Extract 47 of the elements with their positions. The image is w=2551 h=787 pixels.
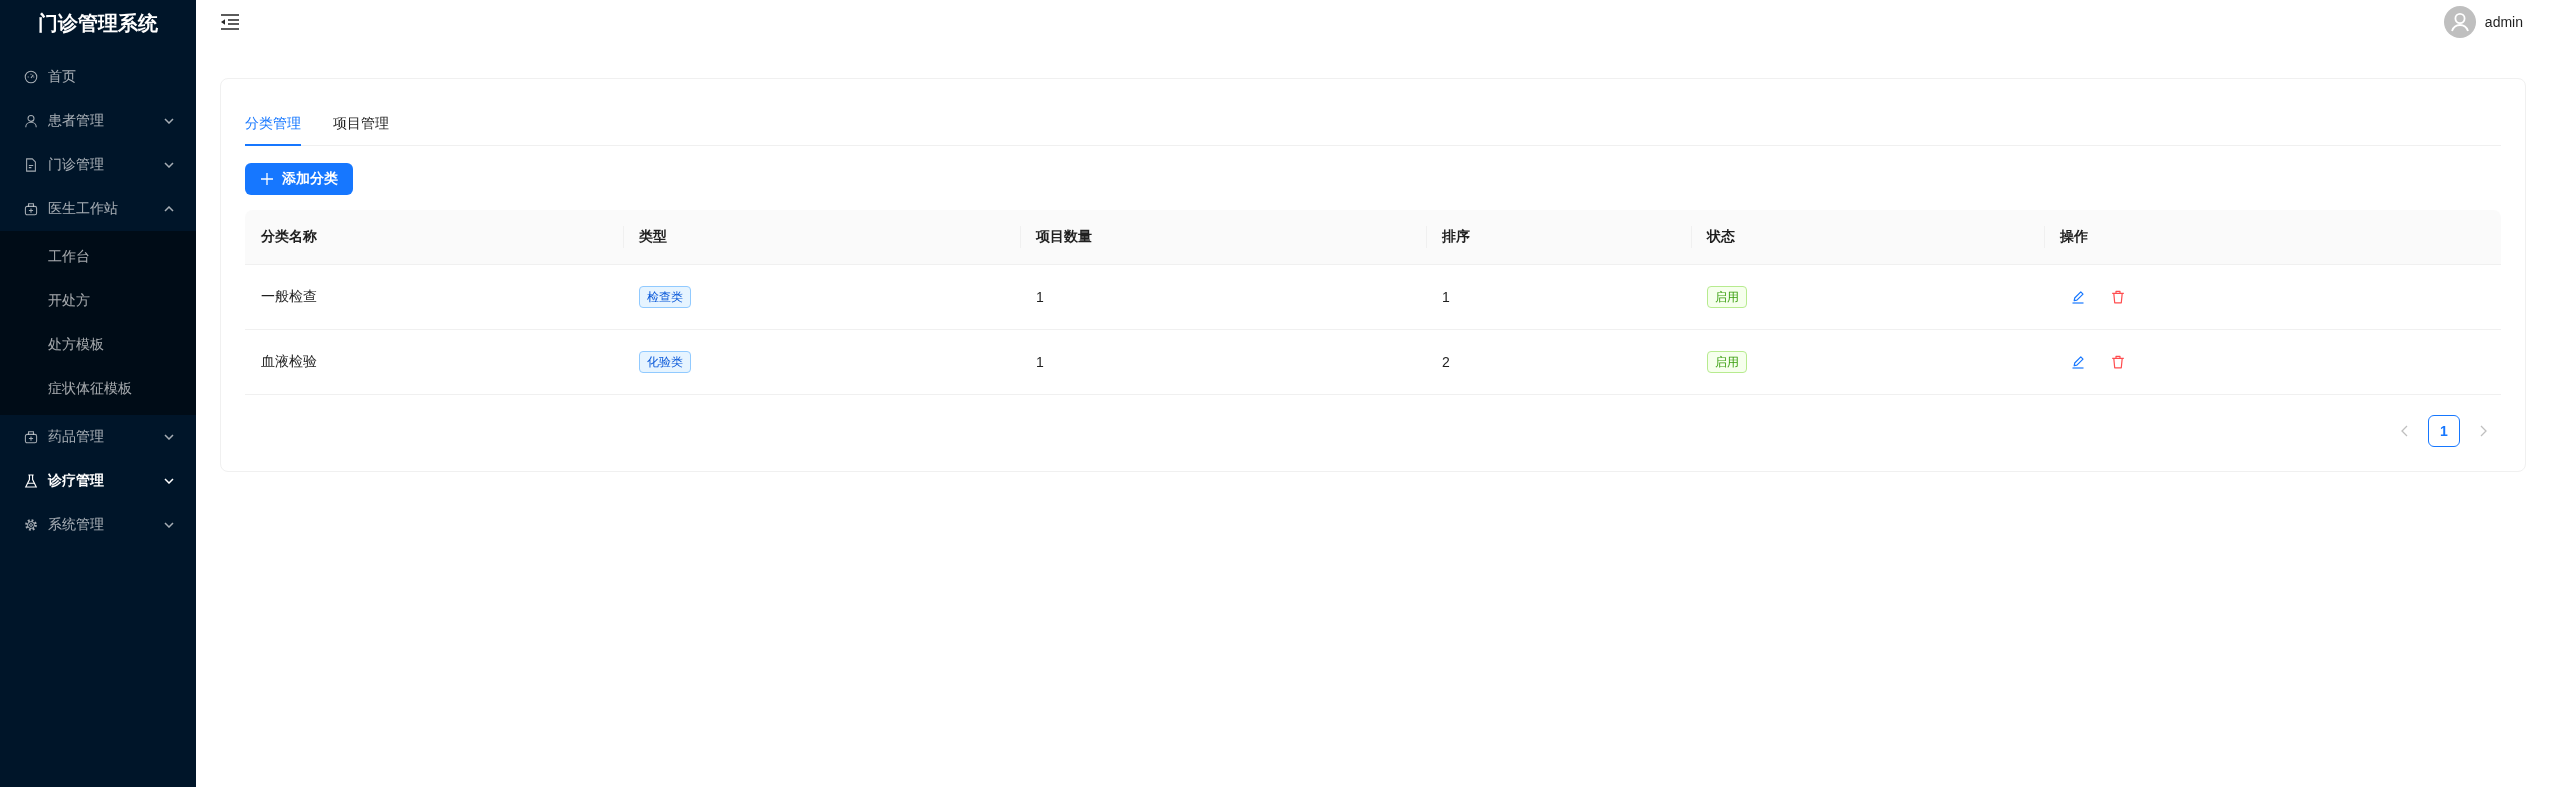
table-cell: 一般检查 [245, 265, 623, 330]
menu-item[interactable]: 诊疗管理 [0, 459, 196, 503]
submenu-item[interactable]: 开处方 [0, 279, 196, 323]
submenu-item[interactable]: 症状体征模板 [0, 367, 196, 411]
column-header: 分类名称 [245, 210, 623, 265]
trash-icon[interactable] [2111, 355, 2125, 369]
status-tag: 启用 [1707, 286, 1747, 308]
type-tag: 检查类 [639, 286, 691, 308]
menu-item[interactable]: 患者管理 [0, 99, 196, 143]
column-header: 项目数量 [1020, 210, 1426, 265]
submenu-item[interactable]: 处方模板 [0, 323, 196, 367]
status-tag: 启用 [1707, 351, 1747, 373]
pencil-icon[interactable] [2071, 290, 2085, 304]
column-header: 操作 [2044, 210, 2501, 265]
gear-icon [24, 518, 38, 532]
menu-fold-icon[interactable] [221, 14, 239, 30]
menu-item[interactable]: 系统管理 [0, 503, 196, 547]
pencil-icon[interactable] [2071, 355, 2085, 369]
tab[interactable]: 项目管理 [333, 102, 389, 146]
menu-item[interactable]: 门诊管理 [0, 143, 196, 187]
app-title: 门诊管理系统 [37, 10, 159, 36]
medical-kit-icon [24, 430, 38, 444]
column-header: 类型 [623, 210, 1020, 265]
table-cell: 血液检验 [245, 330, 623, 395]
menu-item[interactable]: 医生工作站 [0, 187, 196, 231]
table-cell: 1 [1426, 265, 1691, 330]
flask-icon [24, 474, 38, 488]
medical-kit-icon [24, 202, 38, 216]
menu-item[interactable]: 药品管理 [0, 415, 196, 459]
table-cell: 1 [1020, 265, 1426, 330]
page-button[interactable]: 1 [2428, 415, 2460, 447]
table-cell: 2 [1426, 330, 1691, 395]
type-tag: 化验类 [639, 351, 691, 373]
table-cell: 1 [1020, 330, 1426, 395]
add-button[interactable]: 添加分类 [245, 163, 353, 195]
column-header: 状态 [1691, 210, 2044, 265]
document-icon [24, 158, 38, 172]
avatar-icon[interactable] [2443, 6, 2476, 38]
user-name[interactable]: admin [2484, 14, 2523, 30]
tab[interactable]: 分类管理 [245, 102, 301, 146]
trash-icon[interactable] [2111, 290, 2125, 304]
plus-icon [261, 173, 273, 185]
column-header: 排序 [1426, 210, 1691, 265]
gauge-icon [24, 70, 38, 84]
submenu-item[interactable]: 工作台 [0, 235, 196, 279]
menu-item[interactable]: 首页 [0, 55, 196, 99]
user-icon [24, 114, 38, 128]
